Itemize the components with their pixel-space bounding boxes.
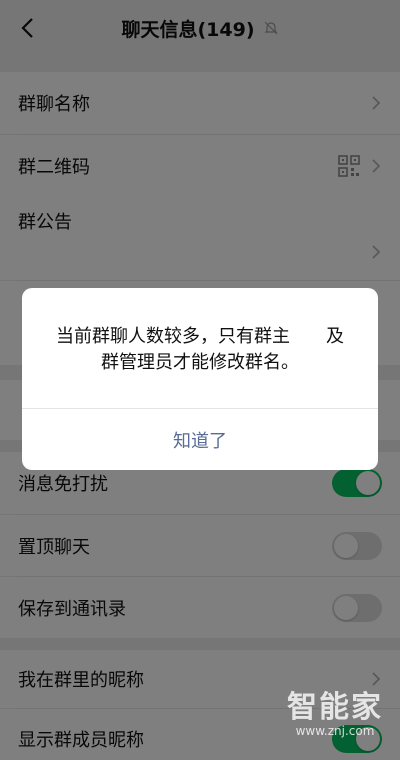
watermark-url: www.znj.com (295, 724, 375, 738)
dialog-message: 当前群聊人数较多，只有群主 及群管理员才能修改群名。 (56, 326, 344, 373)
watermark-brand: 智能家 (287, 690, 383, 725)
dialog-confirm-button[interactable]: 知道了 (22, 409, 378, 470)
alert-dialog: 当前群聊人数较多，只有群主 及群管理员才能修改群名。 知道了 (22, 288, 378, 470)
watermark-logo: 智能家 www.znj.com (280, 692, 390, 746)
